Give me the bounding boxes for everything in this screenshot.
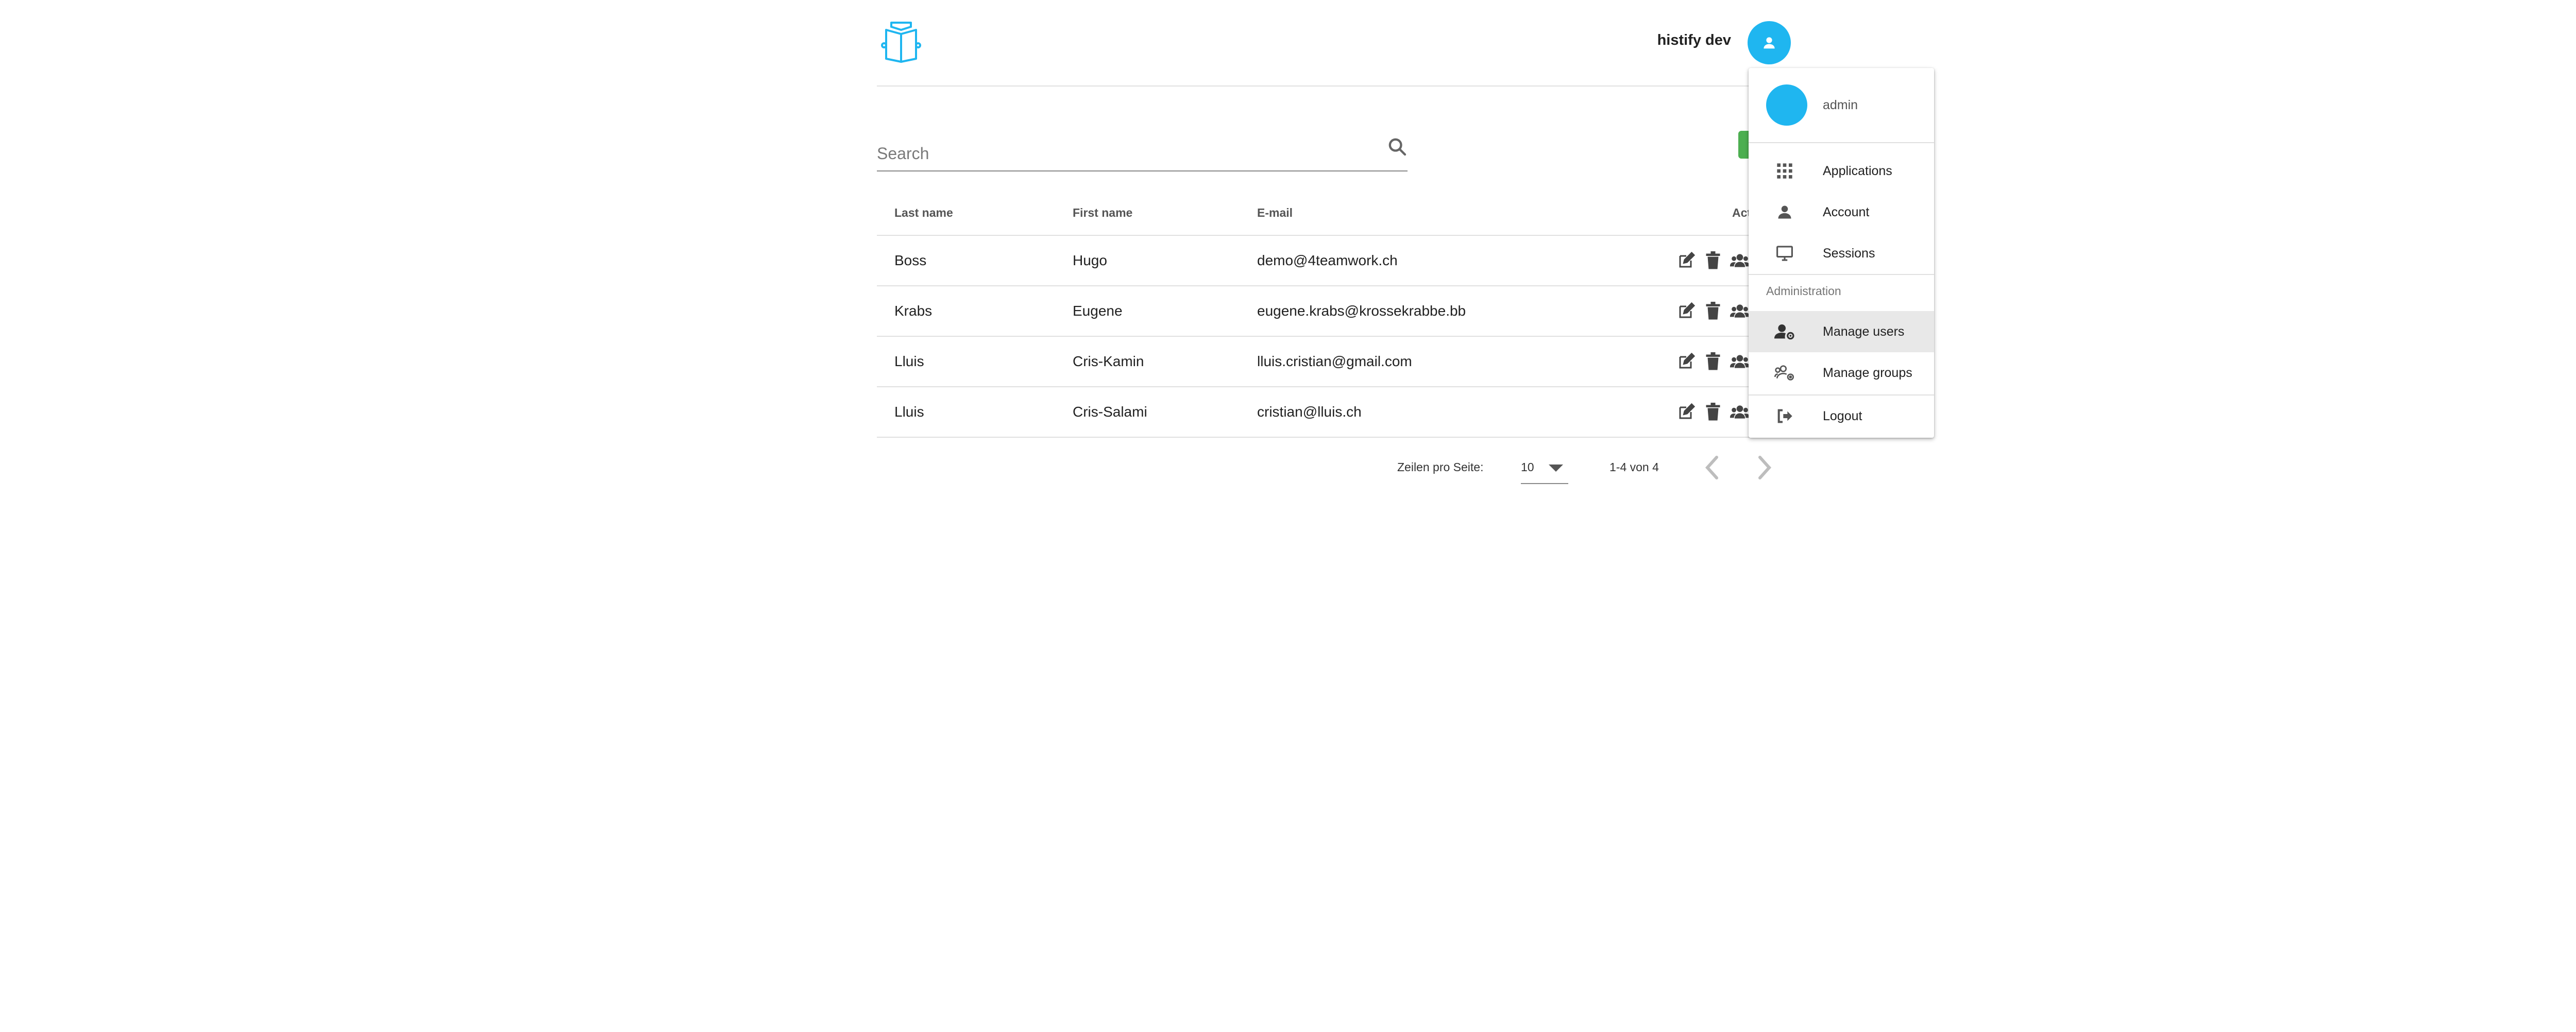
groups-icon[interactable] bbox=[1730, 301, 1750, 321]
menu-item-logout[interactable]: Logout bbox=[1749, 395, 1934, 437]
first-name-cell: Eugene bbox=[1073, 303, 1123, 319]
menu-section-administration: Administration bbox=[1766, 284, 1841, 298]
menu-item-label: Applications bbox=[1823, 163, 1892, 178]
rows-per-page-label: Zeilen pro Seite: bbox=[1397, 460, 1484, 474]
edit-icon[interactable] bbox=[1676, 301, 1696, 321]
last-name-cell: Lluis bbox=[894, 353, 924, 369]
groups-icon[interactable] bbox=[1730, 402, 1750, 422]
search-input[interactable] bbox=[877, 141, 1366, 166]
first-name-cell: Cris-Salami bbox=[1073, 404, 1147, 420]
menu-item-applications[interactable]: Applications bbox=[1749, 150, 1934, 192]
person-icon bbox=[1774, 202, 1795, 222]
menu-item-label: Logout bbox=[1823, 408, 1862, 423]
last-name-cell: Lluis bbox=[894, 404, 924, 420]
pagination-range: 1-4 von 4 bbox=[1609, 460, 1659, 474]
monitor-icon bbox=[1774, 243, 1795, 264]
table-header-row: Last name First name E-mail Act bbox=[877, 191, 1799, 236]
last-name-cell: Boss bbox=[894, 252, 927, 268]
add-user-button[interactable] bbox=[1738, 131, 1750, 159]
search-icon[interactable] bbox=[1387, 136, 1408, 157]
caret-down-icon bbox=[1546, 459, 1566, 476]
table-row[interactable]: Boss Hugo demo@4teamwork.ch bbox=[877, 236, 1799, 286]
menu-item-label: Sessions bbox=[1823, 246, 1875, 261]
menu-divider bbox=[1749, 274, 1934, 275]
table-row[interactable]: Krabs Eugene eugene.krabs@krossekrabbe.b… bbox=[877, 286, 1799, 337]
open-book-icon[interactable] bbox=[879, 21, 923, 63]
email-cell: demo@4teamwork.ch bbox=[1257, 252, 1398, 268]
email-cell: lluis.cristian@gmail.com bbox=[1257, 353, 1412, 369]
email-cell: cristian@lluis.ch bbox=[1257, 404, 1362, 420]
header-divider bbox=[877, 85, 1799, 87]
menu-item-label: Account bbox=[1823, 204, 1870, 219]
delete-icon[interactable] bbox=[1703, 402, 1723, 422]
groups-icon[interactable] bbox=[1730, 352, 1750, 371]
rows-per-page-select[interactable]: 10 bbox=[1521, 452, 1568, 484]
app-name: histify dev bbox=[1657, 32, 1731, 48]
column-header-last-name[interactable]: Last name bbox=[894, 191, 953, 235]
manage-users-icon bbox=[1774, 321, 1795, 342]
manage-groups-icon bbox=[1774, 363, 1795, 383]
rows-per-page-value: 10 bbox=[1521, 460, 1534, 474]
edit-icon[interactable] bbox=[1676, 402, 1696, 422]
menu-user-header: admin bbox=[1749, 68, 1934, 143]
logout-icon bbox=[1774, 406, 1795, 426]
groups-icon[interactable] bbox=[1730, 251, 1750, 270]
apps-grid-icon bbox=[1774, 161, 1795, 181]
user-avatar-button[interactable] bbox=[1748, 21, 1791, 64]
menu-item-manage-users[interactable]: Manage users bbox=[1749, 311, 1934, 352]
chevron-left-icon[interactable] bbox=[1702, 453, 1723, 482]
delete-icon[interactable] bbox=[1703, 352, 1723, 371]
delete-icon[interactable] bbox=[1703, 301, 1723, 321]
delete-icon[interactable] bbox=[1703, 251, 1723, 270]
menu-item-sessions[interactable]: Sessions bbox=[1749, 233, 1934, 274]
user-icon bbox=[1761, 35, 1777, 50]
table-row[interactable]: Lluis Cris-Kamin lluis.cristian@gmail.co… bbox=[877, 337, 1799, 387]
email-cell: eugene.krabs@krossekrabbe.bb bbox=[1257, 303, 1466, 319]
menu-avatar bbox=[1766, 84, 1807, 126]
menu-item-label: Manage groups bbox=[1823, 365, 1912, 380]
column-header-email[interactable]: E-mail bbox=[1257, 191, 1293, 235]
menu-item-account[interactable]: Account bbox=[1749, 192, 1934, 233]
user-menu: admin Applications Account Sessions Admi… bbox=[1749, 68, 1934, 438]
menu-item-label: Manage users bbox=[1823, 324, 1905, 339]
first-name-cell: Cris-Kamin bbox=[1073, 353, 1144, 369]
last-name-cell: Krabs bbox=[894, 303, 933, 319]
menu-item-manage-groups[interactable]: Manage groups bbox=[1749, 352, 1934, 393]
menu-username: admin bbox=[1823, 98, 1858, 112]
edit-icon[interactable] bbox=[1676, 352, 1696, 371]
column-header-first-name[interactable]: First name bbox=[1073, 191, 1132, 235]
edit-icon[interactable] bbox=[1676, 251, 1696, 270]
search-field[interactable] bbox=[877, 131, 1408, 171]
first-name-cell: Hugo bbox=[1073, 252, 1107, 268]
users-table: Last name First name E-mail Act Boss Hug… bbox=[877, 191, 1799, 438]
table-row[interactable]: Lluis Cris-Salami cristian@lluis.ch bbox=[877, 387, 1799, 438]
chevron-right-icon[interactable] bbox=[1754, 453, 1774, 482]
